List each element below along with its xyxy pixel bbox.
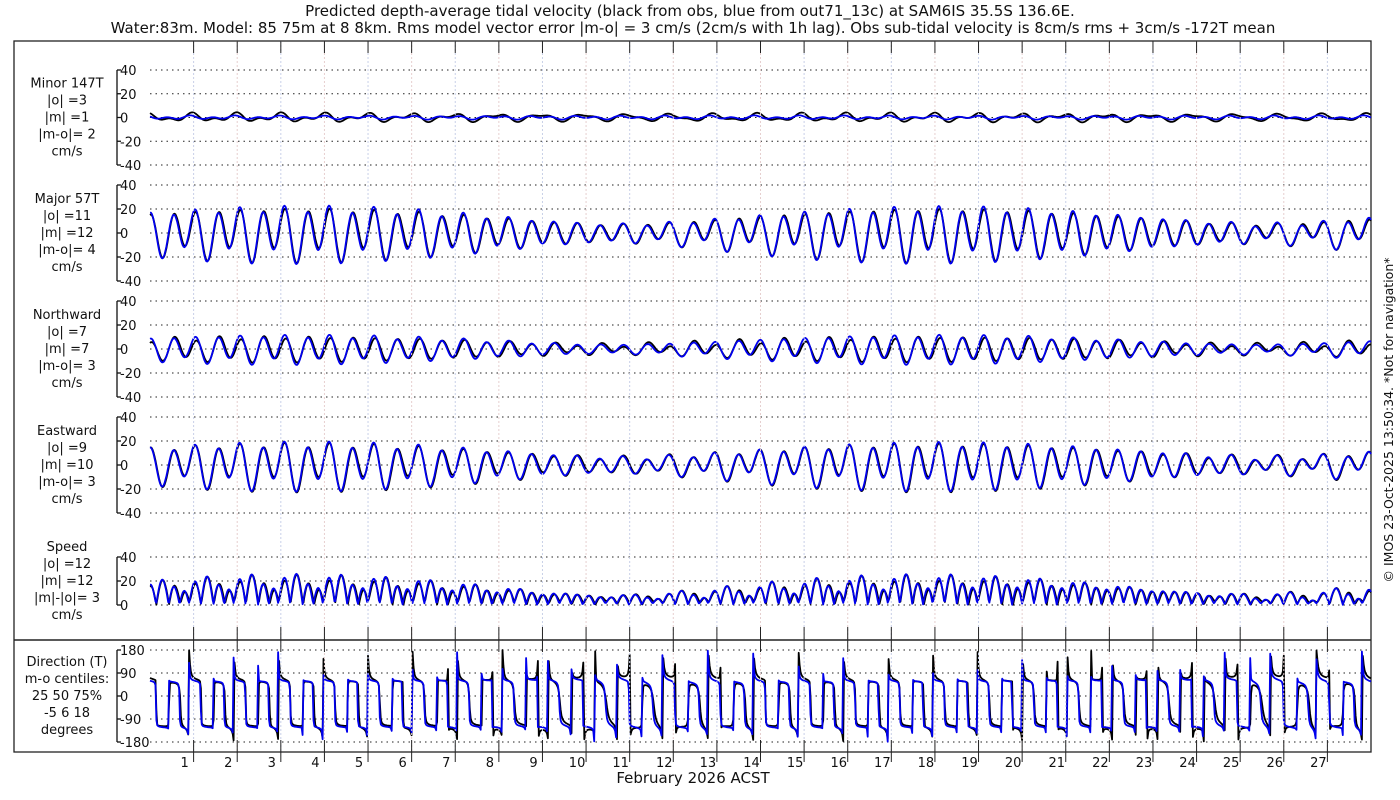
y-tick-label: -40	[120, 507, 141, 522]
x-tick-label: 10	[569, 756, 586, 771]
tidal-velocity-chart: Predicted depth-average tidal velocity (…	[13, 2, 1396, 787]
x-tick-label: 25	[1223, 756, 1240, 771]
y-tick-label: 0	[120, 459, 128, 474]
x-tick-label: 16	[830, 756, 847, 771]
x-tick-label: 4	[311, 756, 319, 771]
panel-label-line: degrees	[41, 723, 94, 738]
panel-label-line: m-o centiles:	[25, 672, 110, 687]
panels: Minor 147T |o| =3 |m| =1 |m-o|= 2 cm/s 40 20 0 -…	[25, 64, 1372, 751]
x-tick-label: 8	[486, 756, 494, 771]
x-tick-label: 17	[874, 756, 891, 771]
panel-label-line: Major 57T	[35, 192, 100, 207]
x-tick-label: 22	[1092, 756, 1109, 771]
y-tick-label: 40	[120, 64, 137, 79]
chart-subtitle: Water:83m. Model: 85 75m at 8 8km. Rms m…	[111, 19, 1276, 37]
x-tick-label: 21	[1048, 756, 1065, 771]
y-tick-label: 0	[120, 112, 128, 127]
panel-label-line: Northward	[33, 308, 101, 323]
x-tick-label: 15	[787, 756, 804, 771]
panel-label-line: |m| =7	[45, 342, 90, 357]
y-tick-label: 20	[120, 435, 137, 450]
y-tick-label: -20	[120, 135, 141, 150]
y-tick-label: -40	[120, 275, 141, 290]
y-tick-label: 40	[120, 179, 137, 194]
x-tick-label: 19	[961, 756, 978, 771]
x-tick-label: 18	[918, 756, 935, 771]
panel-label-line: cm/s	[52, 145, 83, 160]
x-tick-label: 27	[1310, 756, 1327, 771]
copyright-notice: © IMOS 23-Oct-2025 13:50:34. *Not for na…	[1381, 258, 1396, 583]
panel-label-line: Direction (T)	[27, 655, 108, 670]
y-tick-label: 0	[120, 227, 128, 242]
y-tick-label: 40	[120, 551, 137, 566]
x-tick-label: 7	[442, 756, 450, 771]
panel-label-line: 25 50 75%	[32, 689, 102, 704]
y-tick-label: 20	[120, 319, 137, 334]
x-tick-label: 6	[399, 756, 407, 771]
x-tick-label: 1	[180, 756, 188, 771]
panel-label-line: Eastward	[37, 424, 97, 439]
panel-label-line: |o| =11	[43, 209, 91, 224]
panel-speed: Speed |o| =12 |m| =12 |m|-|o|= 3 cm/s 40 20 0	[34, 540, 1372, 623]
x-tick-label: 9	[529, 756, 537, 771]
y-tick-label: -20	[120, 483, 141, 498]
panel-label-line: |o| =3	[47, 94, 87, 109]
y-tick-label: -90	[120, 713, 141, 728]
x-tick-label: 20	[1005, 756, 1022, 771]
panel-label-line: cm/s	[52, 376, 83, 391]
x-tick-label: 3	[268, 756, 276, 771]
outer-frame	[13, 40, 1372, 753]
panel-label-line: -5 6 18	[44, 706, 90, 721]
panel-label-line: Minor 147T	[30, 77, 103, 92]
plot-frame	[13, 40, 1372, 753]
y-tick-label: -40	[120, 159, 141, 174]
panel-label-line: cm/s	[52, 492, 83, 507]
panel-label-line: |o| =12	[43, 557, 91, 572]
panel-label-line: |m-o|= 3	[38, 475, 96, 490]
panel-label-line: |m-o|= 4	[38, 243, 96, 258]
y-tick-label: 0	[120, 690, 128, 705]
panel-minor: Minor 147T |o| =3 |m| =1 |m-o|= 2 cm/s 40 20 0 -…	[30, 64, 1372, 174]
panel-label-line: |o| =9	[47, 441, 87, 456]
panel-label-line: Speed	[47, 540, 88, 555]
panel-label-line: cm/s	[52, 608, 83, 623]
y-tick-label: 0	[120, 343, 128, 358]
x-tick-label: 5	[355, 756, 363, 771]
panel-label-line: |m| =12	[41, 574, 94, 589]
y-tick-label: 20	[120, 203, 137, 218]
y-tick-label: 20	[120, 575, 137, 590]
y-tick-label: 90	[120, 667, 137, 682]
y-tick-label: 0	[120, 599, 128, 614]
y-tick-label: 180	[120, 644, 145, 659]
panel-label-line: |m-o|= 3	[38, 359, 96, 374]
x-axis-label: February 2026 ACST	[616, 769, 770, 787]
y-tick-label: 40	[120, 411, 137, 426]
y-tick-label: 20	[120, 88, 137, 103]
panel-label-line: cm/s	[52, 260, 83, 275]
x-tick-label: 23	[1136, 756, 1153, 771]
panel-label-line: |m| =12	[41, 226, 94, 241]
panel-major: Major 57T |o| =11 |m| =12 |m-o|= 4 cm/s 40 20 0…	[35, 179, 1372, 290]
y-tick-label: 40	[120, 295, 137, 310]
y-tick-label: -20	[120, 367, 141, 382]
panel-label-line: |o| =7	[47, 325, 87, 340]
panel-label-line: |m| =1	[45, 111, 90, 126]
panel-north: Northward |o| =7 |m| =7 |m-o|= 3 cm/s 40 20 0 -2…	[33, 295, 1372, 406]
x-tick-label: 24	[1179, 756, 1196, 771]
panel-label-line: |m-o|= 2	[38, 128, 96, 143]
x-tick-label: 26	[1267, 756, 1284, 771]
panel-label-line: |m|-|o|= 3	[34, 591, 100, 606]
panel-label-line: |m| =10	[41, 458, 94, 473]
panel-direction: Direction (T) m-o centiles: 25 50 75% -5 6 …	[25, 644, 1372, 751]
x-tick-label: 2	[224, 756, 232, 771]
y-tick-label: -180	[120, 736, 150, 751]
y-tick-label: -20	[120, 251, 141, 266]
y-tick-label: -40	[120, 391, 141, 406]
